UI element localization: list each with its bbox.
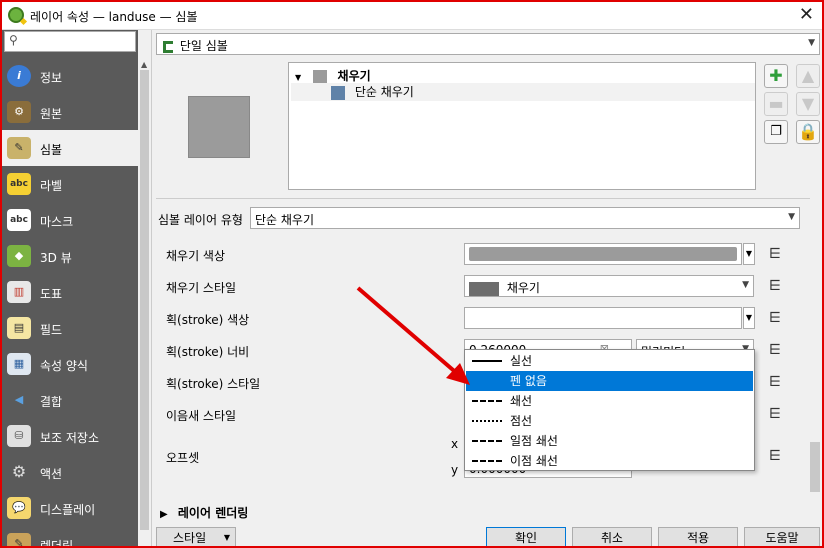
annotation-arrow-shaft bbox=[356, 286, 462, 378]
layer-properties-window: 레이어 속성 — landuse — 심볼 ✕ ⚲ i 정보 ⚙ 원본 ✎ 심볼… bbox=[0, 0, 824, 548]
annotation-arrow bbox=[356, 286, 470, 385]
